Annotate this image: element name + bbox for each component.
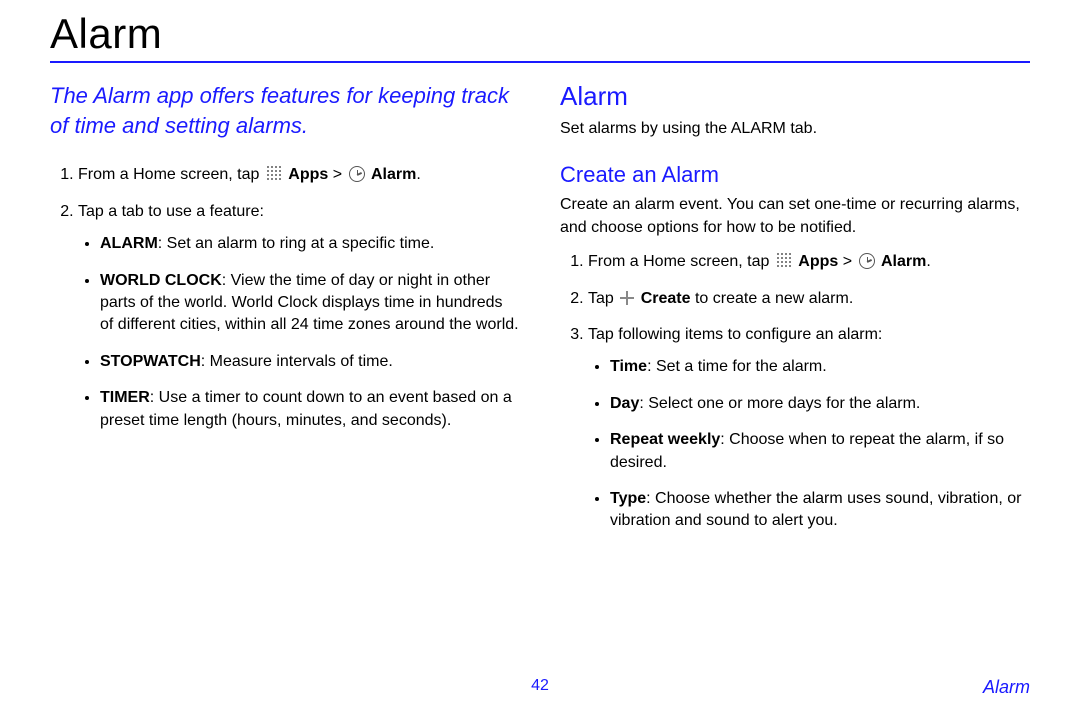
clock-icon — [349, 166, 365, 182]
left-sub-bullets: ALARM: Set an alarm to ring at a specifi… — [78, 233, 520, 432]
bullet-label: Time — [610, 358, 647, 375]
bullet-label: STOPWATCH — [100, 353, 201, 370]
create-intro-text: Create an alarm event. You can set one-t… — [560, 194, 1030, 239]
page-footer: 42 Alarm — [50, 677, 1030, 698]
alarm-label: Alarm — [881, 253, 926, 270]
list-item: Day: Select one or more days for the ala… — [610, 393, 1030, 415]
section-heading-alarm: Alarm — [560, 81, 1030, 112]
text: to create a new alarm. — [691, 290, 854, 307]
text: . — [926, 253, 930, 270]
list-item: Type: Choose whether the alarm uses soun… — [610, 488, 1030, 533]
page-number: 42 — [531, 677, 549, 695]
clock-icon — [859, 253, 875, 269]
left-step-2: Tap a tab to use a feature: ALARM: Set a… — [78, 201, 520, 432]
bullet-text: : Measure intervals of time. — [201, 353, 393, 370]
bullet-label: Day — [610, 395, 639, 412]
text: Tap — [588, 290, 618, 307]
intro-text: The Alarm app offers features for keepin… — [50, 81, 520, 140]
text: > — [838, 253, 856, 270]
right-step-2: Tap Create to create a new alarm. — [588, 288, 1030, 310]
bullet-label: WORLD CLOCK — [100, 272, 222, 289]
right-column: Alarm Set alarms by using the ALARM tab.… — [560, 81, 1030, 547]
title-rule — [50, 61, 1030, 63]
bullet-text: : Use a timer to count down to an event … — [100, 389, 512, 428]
list-item: Repeat weekly: Choose when to repeat the… — [610, 429, 1030, 474]
plus-icon — [620, 291, 634, 305]
create-label: Create — [641, 290, 691, 307]
bullet-label: Repeat weekly — [610, 431, 720, 448]
right-step-1: From a Home screen, tap Apps > Alarm. — [588, 251, 1030, 273]
left-step-1: From a Home screen, tap Apps > Alarm. — [78, 164, 520, 186]
right-sub-bullets: Time: Set a time for the alarm. Day: Sel… — [588, 356, 1030, 532]
apps-label: Apps — [288, 166, 328, 183]
bullet-text: : Select one or more days for the alarm. — [639, 395, 920, 412]
section-heading-create: Create an Alarm — [560, 162, 1030, 188]
apps-icon — [776, 252, 792, 268]
text: From a Home screen, tap — [78, 166, 264, 183]
apps-label: Apps — [798, 253, 838, 270]
list-item: ALARM: Set an alarm to ring at a specifi… — [100, 233, 520, 255]
bullet-label: Type — [610, 490, 646, 507]
right-steps: From a Home screen, tap Apps > Alarm. Ta… — [560, 251, 1030, 533]
bullet-text: : Choose whether the alarm uses sound, v… — [610, 490, 1021, 529]
text: . — [416, 166, 420, 183]
text: From a Home screen, tap — [588, 253, 774, 270]
list-item: WORLD CLOCK: View the time of day or nig… — [100, 270, 520, 337]
bullet-label: TIMER — [100, 389, 150, 406]
left-column: The Alarm app offers features for keepin… — [50, 81, 520, 547]
list-item: STOPWATCH: Measure intervals of time. — [100, 351, 520, 373]
list-item: TIMER: Use a timer to count down to an e… — [100, 387, 520, 432]
list-item: Time: Set a time for the alarm. — [610, 356, 1030, 378]
bullet-text: : Set a time for the alarm. — [647, 358, 827, 375]
left-steps: From a Home screen, tap Apps > Alarm. Ta… — [50, 164, 520, 432]
alarm-label: Alarm — [371, 166, 416, 183]
content-columns: The Alarm app offers features for keepin… — [50, 81, 1030, 547]
right-intro-text: Set alarms by using the ALARM tab. — [560, 118, 1030, 140]
bullet-label: ALARM — [100, 235, 158, 252]
text: Tap following items to configure an alar… — [588, 326, 882, 343]
text: > — [328, 166, 346, 183]
page-title: Alarm — [50, 10, 1030, 58]
right-step-3: Tap following items to configure an alar… — [588, 324, 1030, 533]
text: Tap a tab to use a feature: — [78, 203, 264, 220]
apps-icon — [266, 165, 282, 181]
footer-section-label: Alarm — [983, 677, 1030, 698]
bullet-text: : Set an alarm to ring at a specific tim… — [158, 235, 435, 252]
